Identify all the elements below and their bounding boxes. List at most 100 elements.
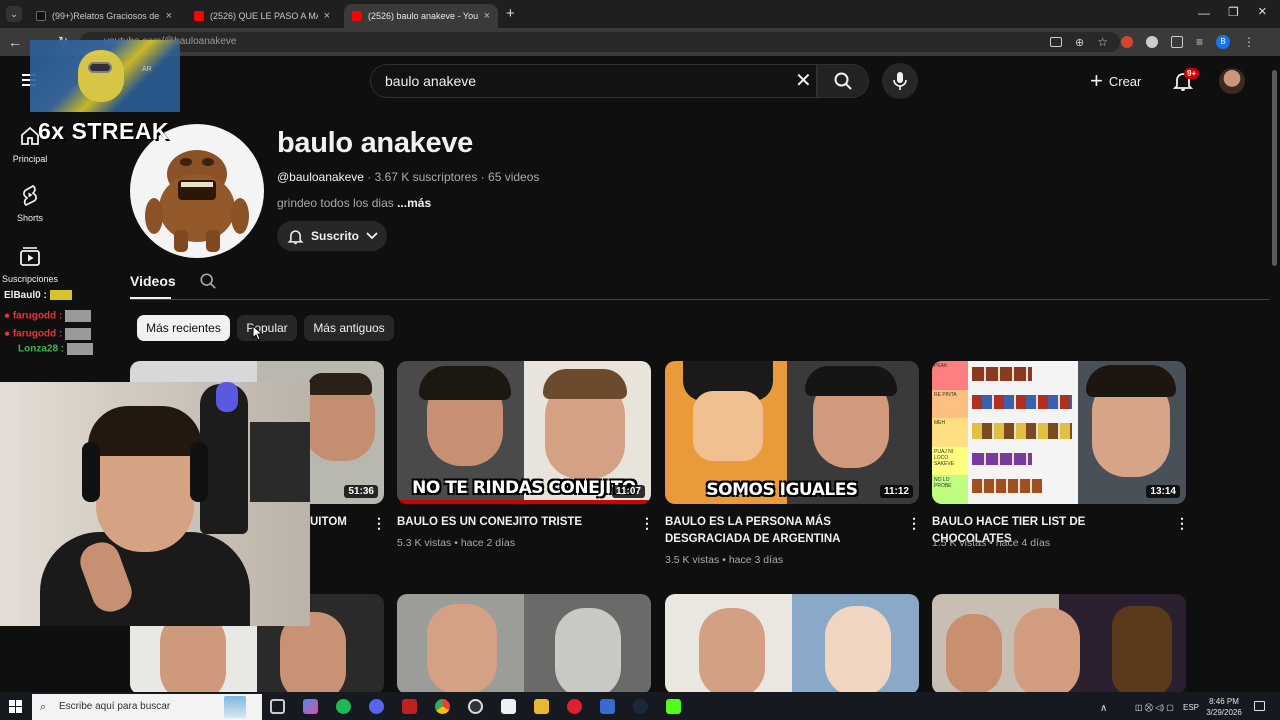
chip-popular[interactable]: Popular	[237, 315, 297, 341]
upload-age: hace 3 días	[728, 554, 784, 566]
chat-message: ● farugodd :	[4, 310, 92, 322]
bookmark-star-icon[interactable]: ☆	[1097, 35, 1108, 49]
taskbar-search-input[interactable]: ⌕ Escribe aquí para buscar	[32, 694, 262, 720]
app-icon[interactable]	[501, 699, 516, 714]
sidebar-label: Suscripciones	[1, 274, 59, 284]
search-input[interactable]: baulo anakeve	[370, 64, 817, 98]
video-title[interactable]: BAULO ES LA PERSONA MÁS DESGRACIADA DE A…	[665, 514, 895, 548]
chat-emote-image	[65, 328, 92, 340]
subscribed-button[interactable]: Suscrito	[277, 221, 387, 251]
tray-chevron-icon[interactable]: ∧	[1100, 703, 1107, 714]
channel-description[interactable]: grindeo todos los dias ...más	[277, 196, 431, 210]
restore-button[interactable]: ❐	[1228, 5, 1239, 19]
sidebar-item-shorts[interactable]: Shorts	[0, 183, 60, 223]
video-thumbnail[interactable]	[932, 594, 1186, 694]
window-close-button[interactable]: ×	[1258, 3, 1267, 20]
channel-name: baulo anakeve	[277, 127, 473, 159]
chrome-icon[interactable]	[435, 699, 450, 714]
profile-avatar[interactable]: B	[1216, 35, 1230, 49]
kick-icon[interactable]	[666, 699, 681, 714]
channel-meta: @bauloanakeve · 3.67 K suscriptores · 65…	[277, 170, 539, 184]
streamer-hair-image	[88, 406, 202, 456]
view-count: 1.5 K vistas	[932, 537, 987, 549]
close-icon[interactable]: ×	[484, 10, 490, 22]
steam-icon[interactable]	[633, 699, 648, 714]
video-menu-icon[interactable]: ⋮	[372, 516, 386, 530]
voice-search-button[interactable]	[882, 63, 918, 99]
streak-overlay: 6x STREAK	[38, 118, 170, 144]
tab-search-button[interactable]: ⌄	[6, 6, 22, 22]
extension-icon[interactable]	[1145, 36, 1158, 48]
video-title[interactable]: BAULO ES UN CONEJITO TRISTE	[397, 514, 627, 531]
more-link[interactable]: ...más	[397, 196, 431, 210]
video-title[interactable]: UITOM	[310, 514, 370, 531]
opera-icon[interactable]	[567, 699, 582, 714]
new-tab-button[interactable]: +	[506, 5, 515, 22]
tab-videos[interactable]: Videos	[130, 273, 176, 289]
minimize-button[interactable]: —	[1198, 6, 1210, 20]
hair-image	[308, 373, 372, 395]
discord-icon[interactable]	[369, 699, 384, 714]
notifications-button[interactable]: 9+	[1172, 68, 1200, 92]
chat-username: ElBaul0	[4, 290, 41, 301]
figure-hair-image	[216, 382, 238, 412]
obs-icon[interactable]	[468, 699, 483, 714]
file-explorer-icon[interactable]	[534, 699, 549, 714]
clock[interactable]: 8:46 PM 3/29/2026	[1204, 696, 1244, 718]
tab-relatos[interactable]: (99+)Relatos Graciosos de Polic ×	[28, 4, 180, 28]
cast-icon[interactable]	[1050, 37, 1062, 47]
menu-kebab-icon[interactable]: ⋮	[1243, 35, 1255, 49]
search-icon	[834, 72, 852, 90]
goggles-image	[88, 62, 112, 73]
url-bar[interactable]: youtube.com/@bauloanakeve	[80, 32, 1120, 52]
app-icon[interactable]	[600, 699, 615, 714]
video-thumbnail[interactable]: NO TE RINDAS CONEJITO 11:07	[397, 361, 651, 504]
statue-image	[555, 608, 621, 694]
windows-start-icon[interactable]	[9, 700, 22, 713]
video-menu-icon[interactable]: ⋮	[640, 516, 654, 530]
video-thumbnail[interactable]	[397, 594, 651, 694]
create-button[interactable]: + Crear	[1090, 64, 1152, 98]
notification-center-icon[interactable]	[1254, 701, 1265, 711]
chat-emote-image	[65, 310, 92, 322]
page-scrollbar[interactable]	[1272, 70, 1277, 266]
video-meta: 1.5 K vistas • hace 4 días	[932, 537, 1050, 549]
chip-mas-antiguos[interactable]: Más antiguos	[304, 315, 394, 341]
search-button[interactable]	[817, 64, 869, 98]
sidebar-item-suscripciones[interactable]: Suscripciones	[0, 244, 60, 284]
task-view-icon[interactable]	[270, 699, 285, 714]
channel-handle[interactable]: @bauloanakeve	[277, 170, 364, 184]
back-icon[interactable]: ←	[8, 34, 22, 50]
chip-mas-recientes[interactable]: Más recientes	[137, 315, 230, 341]
face-image	[946, 614, 1002, 694]
video-thumbnail[interactable]: SOMOS IGUALES 11:12	[665, 361, 919, 504]
copilot-icon[interactable]	[303, 699, 318, 714]
channel-search-button[interactable]	[199, 272, 217, 290]
tab-title: (99+)Relatos Graciosos de Polic	[52, 11, 160, 21]
tab-que-le-paso[interactable]: (2526) QUE LE PASO A MATIAS ×	[186, 4, 338, 28]
zoom-icon[interactable]: ⊕	[1075, 36, 1084, 49]
video-menu-icon[interactable]: ⋮	[1175, 516, 1189, 530]
video-menu-icon[interactable]: ⋮	[907, 516, 921, 530]
video-thumbnail[interactable]	[665, 594, 919, 694]
headphones-image	[419, 366, 511, 400]
chocolate-image	[972, 453, 1032, 465]
extension-icon[interactable]	[1120, 36, 1133, 48]
spotify-icon[interactable]	[336, 699, 351, 714]
close-icon[interactable]: ×	[166, 10, 172, 22]
reading-list-icon[interactable]: ≡	[1196, 35, 1203, 49]
tray-icons[interactable]: ◫ ⛒ ◁) ▢	[1135, 703, 1174, 713]
clear-search-icon[interactable]: ✕	[795, 71, 812, 91]
chat-emote-image	[66, 343, 93, 355]
close-icon[interactable]: ×	[324, 10, 330, 22]
thumbnail-caption: SOMOS IGUALES	[706, 480, 858, 500]
language-indicator[interactable]: ESP	[1183, 703, 1199, 712]
extensions-puzzle-icon[interactable]	[1170, 36, 1183, 48]
app-icon[interactable]	[402, 699, 417, 714]
video-thumbnail[interactable]: PEAK RE PINTA MEH PUAJ NI LOCO SAKEVE NO…	[932, 361, 1186, 504]
upload-age: hace 4 días	[995, 537, 1051, 549]
account-avatar[interactable]	[1219, 68, 1245, 94]
clock-time: 8:46 PM	[1209, 697, 1239, 706]
tab-baulo-anakeve[interactable]: (2526) baulo anakeve - YouTube ×	[344, 4, 498, 28]
watch-progress-bar	[397, 500, 651, 504]
